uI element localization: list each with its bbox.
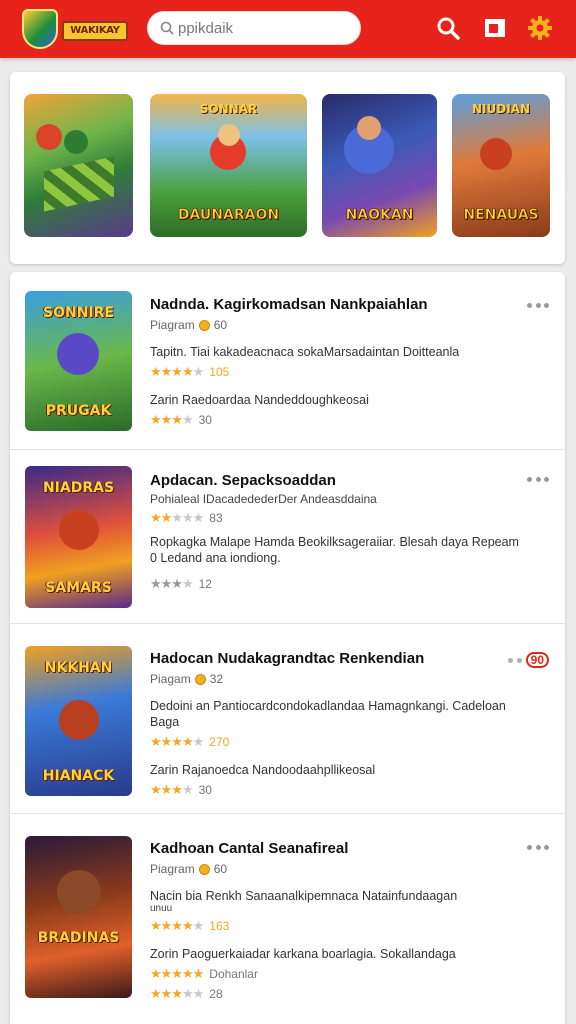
more-options-icon[interactable] bbox=[527, 474, 549, 484]
app-description: Ropkagka Malape Hamda Beokilksageraiiar.… bbox=[150, 535, 519, 565]
rating-count: 270 bbox=[209, 735, 230, 749]
rating-row: ★★★★★ 163 bbox=[150, 918, 519, 934]
count: 60 bbox=[213, 862, 228, 876]
rating-row: ★★★★★ 83 bbox=[150, 510, 519, 526]
featured-card[interactable]: NAOKAN bbox=[322, 94, 437, 237]
featured-title: NENAUAS bbox=[463, 207, 539, 223]
app-thumbnail[interactable]: BRADINAS bbox=[25, 836, 132, 998]
featured-title: DAUNARAON bbox=[177, 207, 280, 223]
count: 32 bbox=[209, 672, 224, 686]
app-meta: Piagram 60 bbox=[150, 318, 519, 332]
gear-icon bbox=[528, 16, 552, 40]
rating-count: 12 bbox=[198, 577, 212, 591]
rating-row: ★★★★★ 270 bbox=[150, 734, 519, 750]
featured-card[interactable]: SONNAR DAUNARAON bbox=[150, 94, 307, 237]
featured-card[interactable]: NIUDIAN NENAUAS bbox=[452, 94, 550, 237]
star-rating-icon: ★★★★★ bbox=[150, 966, 204, 981]
rating-count: 163 bbox=[209, 919, 230, 933]
search-icon bbox=[437, 17, 460, 40]
app-info: Hadocan Nudakagrandtac Renkendian Piagam… bbox=[150, 650, 519, 798]
thumbnail-subtitle: BRADINAS bbox=[37, 930, 120, 946]
coin-icon bbox=[198, 319, 210, 331]
star-rating-icon: ★★★★★ bbox=[150, 986, 204, 1001]
featured-title: NAOKAN bbox=[345, 207, 414, 223]
app-subtitle: Pohialeal IDacadedederDer Andeasddaina bbox=[150, 492, 377, 506]
rating-count: 28 bbox=[209, 987, 223, 1001]
star-rating-icon: ★★★★★ bbox=[150, 364, 204, 379]
rating-row: ★★★★★ 105 bbox=[150, 364, 519, 380]
notification-badge[interactable]: 90 bbox=[507, 652, 549, 668]
thumbnail-title: NKKHAN bbox=[44, 660, 113, 676]
app-description-extra: unuu bbox=[150, 904, 173, 914]
star-rating-icon: ★★★★★ bbox=[150, 510, 204, 525]
app-description: Tapitn. Tiai kakadeacnaca sokaMarsadaint… bbox=[150, 345, 460, 359]
rating-count: 83 bbox=[209, 511, 223, 525]
thumbnail-title: SONNIRE bbox=[43, 305, 114, 321]
star-rating-icon: ★★★★★ bbox=[150, 918, 204, 933]
app-thumbnail[interactable]: SONNIRE PRUGAK bbox=[25, 291, 132, 431]
coin-icon bbox=[198, 863, 210, 875]
logo-wordmark: WAKIKAY bbox=[62, 21, 128, 41]
app-meta: Piagram 60 bbox=[150, 862, 519, 876]
star-rating-icon: ★★★★ bbox=[150, 576, 194, 591]
app-description: Dedoini an Pantiocardcondokadlandaa Hama… bbox=[150, 699, 506, 729]
star-rating-icon: ★★★★ bbox=[150, 782, 194, 797]
rating-row: ★★★★★ Dohanlar bbox=[150, 966, 519, 982]
featured-title-top: NIUDIAN bbox=[471, 102, 530, 116]
list-item[interactable]: NIADRAS SAMARS Apdacan. Sepacksoaddan Po… bbox=[10, 450, 565, 624]
featured-title-top: SONNAR bbox=[199, 102, 258, 116]
app-thumbnail[interactable]: NKKHAN HIANACK bbox=[25, 646, 132, 796]
rating-label: Dohanlar bbox=[209, 967, 258, 981]
app-info: Apdacan. Sepacksoaddan Pohialeal IDacade… bbox=[150, 472, 519, 592]
app-title[interactable]: Apdacan. Sepacksoaddan bbox=[150, 472, 519, 489]
featured-carousel: SONNAR DAUNARAON NAOKAN NIUDIAN NENAUAS bbox=[10, 72, 565, 264]
search-small-icon bbox=[160, 21, 174, 35]
search-button[interactable] bbox=[434, 14, 462, 42]
thumbnail-subtitle: SAMARS bbox=[45, 580, 112, 596]
app-logo[interactable]: WAKIKAY bbox=[22, 9, 128, 49]
publisher: Piagram bbox=[150, 318, 195, 332]
featured-card[interactable] bbox=[24, 94, 133, 237]
app-info: Kadhoan Cantal Seanafireal Piagram 60 Na… bbox=[150, 840, 519, 1002]
thumbnail-title: NIADRAS bbox=[42, 480, 115, 496]
star-rating-icon: ★★★★ bbox=[150, 412, 194, 427]
app-description-secondary: Zorin Paoguerkaiadar karkana boarlagia. … bbox=[150, 947, 456, 961]
coin-icon bbox=[194, 673, 206, 685]
star-rating-icon: ★★★★★ bbox=[150, 734, 204, 749]
search-input[interactable] bbox=[178, 19, 348, 37]
app-info: Nadnda. Kagirkomadsan Nankpaiahlan Piagr… bbox=[150, 296, 519, 428]
list-item[interactable]: NKKHAN HIANACK Hadocan Nudakagrandtac Re… bbox=[10, 624, 565, 814]
list-item[interactable]: BRADINAS Kadhoan Cantal Seanafireal Piag… bbox=[10, 814, 565, 1024]
app-description-secondary: Zarin Rajanoedca Nandoodaahpllikeosal bbox=[150, 763, 376, 777]
count: 60 bbox=[213, 318, 228, 332]
rating-row: ★★★★ 30 bbox=[150, 782, 519, 798]
app-title[interactable]: Kadhoan Cantal Seanafireal bbox=[150, 840, 519, 857]
app-title[interactable]: Nadnda. Kagirkomadsan Nankpaiahlan bbox=[150, 296, 519, 313]
logo-shield-icon bbox=[22, 9, 58, 49]
rating-row: ★★★★★ 28 bbox=[150, 986, 519, 1002]
more-options-icon[interactable] bbox=[527, 300, 549, 310]
app-description: Nacin bia Renkh Sanaanalkipemnaca Natain… bbox=[150, 889, 458, 903]
search-bar[interactable] bbox=[147, 11, 361, 45]
list-item[interactable]: SONNIRE PRUGAK Nadnda. Kagirkomadsan Nan… bbox=[10, 272, 565, 450]
settings-button[interactable] bbox=[526, 14, 554, 42]
app-description-secondary: Zarin Raedoardaa Nandeddoughkeosai bbox=[150, 393, 369, 407]
rating-row: ★★★★ 30 bbox=[150, 412, 519, 428]
app-list: SONNIRE PRUGAK Nadnda. Kagirkomadsan Nan… bbox=[10, 272, 565, 1024]
app-title[interactable]: Hadocan Nudakagrandtac Renkendian bbox=[150, 650, 519, 667]
app-meta: Piagam 32 bbox=[150, 672, 519, 686]
rating-count: 105 bbox=[209, 365, 230, 379]
tile-icon bbox=[485, 19, 505, 37]
tile-view-button[interactable] bbox=[481, 14, 509, 42]
thumbnail-subtitle: HIANACK bbox=[42, 768, 115, 784]
rating-count: 30 bbox=[198, 413, 212, 427]
rating-row: ★★★★ 12 bbox=[150, 576, 519, 592]
publisher: Piagram bbox=[150, 862, 195, 876]
more-options-icon[interactable] bbox=[527, 842, 549, 852]
thumbnail-subtitle: PRUGAK bbox=[45, 403, 112, 419]
rating-count: 30 bbox=[198, 783, 212, 797]
publisher: Piagam bbox=[150, 672, 191, 686]
app-thumbnail[interactable]: NIADRAS SAMARS bbox=[25, 466, 132, 608]
top-app-bar: WAKIKAY bbox=[0, 0, 576, 58]
